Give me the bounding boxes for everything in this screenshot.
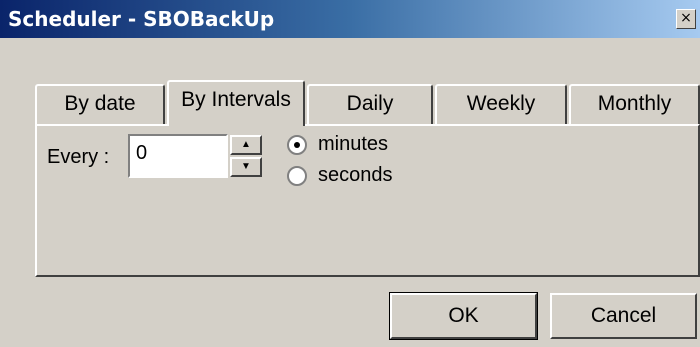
close-icon: × — [680, 10, 692, 26]
cancel-button[interactable]: Cancel — [550, 293, 697, 339]
seconds-label[interactable]: seconds — [318, 164, 393, 187]
tab-weekly[interactable]: Weekly — [435, 84, 567, 124]
ok-button[interactable]: OK — [389, 292, 538, 340]
title-bar[interactable]: Scheduler - SBOBackUp × — [0, 0, 700, 38]
window-title: Scheduler - SBOBackUp — [8, 7, 275, 31]
minutes-radio[interactable] — [287, 135, 307, 155]
tab-by-intervals[interactable]: By Intervals — [167, 80, 305, 126]
tab-daily[interactable]: Daily — [307, 84, 433, 124]
spin-up-button[interactable]: ▲ — [230, 135, 262, 155]
seconds-radio[interactable] — [287, 166, 307, 186]
arrow-down-icon: ▼ — [241, 161, 251, 172]
tab-by-date[interactable]: By date — [35, 84, 165, 124]
every-label: Every : — [47, 146, 110, 168]
arrow-up-icon: ▲ — [241, 139, 251, 150]
interval-input[interactable]: 0 — [128, 134, 228, 178]
scheduler-dialog: Scheduler - SBOBackUp × By date By Inter… — [0, 0, 700, 347]
minutes-label[interactable]: minutes — [318, 133, 388, 156]
tab-monthly[interactable]: Monthly — [569, 84, 700, 124]
spin-down-button[interactable]: ▼ — [230, 157, 262, 177]
radio-selected-dot — [294, 142, 300, 148]
close-button[interactable]: × — [676, 9, 696, 29]
